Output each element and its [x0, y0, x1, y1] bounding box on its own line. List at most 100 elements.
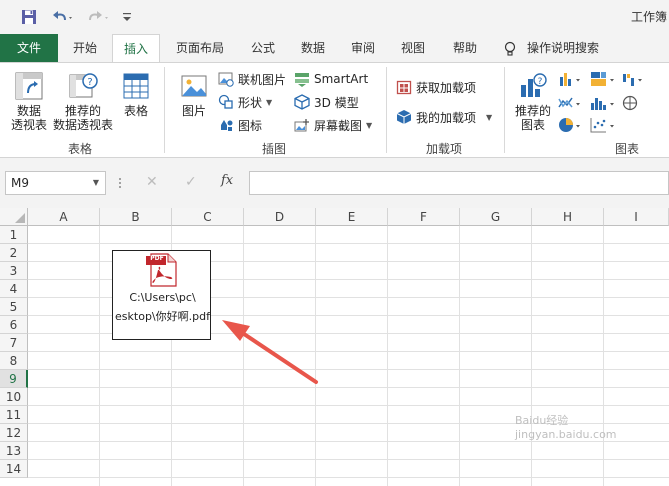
column-header[interactable]: D [244, 208, 316, 226]
recommended-pivot-icon: ? [69, 73, 98, 98]
table-label: 表格 [123, 104, 148, 118]
tab-home[interactable]: 开始 [60, 34, 110, 62]
pivot-label-2: 透视表 [10, 118, 47, 132]
tab-file[interactable]: 文件 [0, 34, 58, 62]
shapes-button[interactable]: 形状 ▼ [218, 92, 272, 112]
ribbon-tabs: 文件 开始 插入 页面布局 公式 数据 审阅 视图 帮助 操作说明搜索 [0, 34, 669, 63]
column-header[interactable]: E [316, 208, 388, 226]
lightbulb-icon [500, 34, 520, 62]
cancel-icon[interactable]: ✕ [146, 174, 158, 190]
pivot-label-1: 数据 [16, 104, 41, 118]
column-header[interactable]: I [604, 208, 669, 226]
name-box[interactable]: M9 ▼ [5, 171, 106, 195]
waterfall-chart-button[interactable] [622, 69, 652, 89]
select-all-corner[interactable] [0, 208, 28, 226]
my-addins-icon [396, 110, 412, 124]
column-header[interactable]: B [100, 208, 172, 226]
row-header[interactable]: 8 [0, 352, 28, 370]
splitter-handle[interactable] [118, 175, 122, 191]
redo-icon[interactable] [84, 6, 112, 28]
hierarchy-chart-button[interactable] [590, 69, 620, 89]
row-header[interactable]: 13 [0, 442, 28, 460]
worksheet-grid[interactable]: A B C D E F G H I 1 2 3 4 5 6 7 8 9 10 1… [0, 208, 669, 486]
recommended-pivot-button[interactable]: ? 推荐的 数据透视表 [52, 71, 114, 132]
row-header[interactable]: 5 [0, 298, 28, 316]
hierarchy-chart-icon [591, 72, 614, 86]
smartart-icon [295, 73, 309, 87]
row-header[interactable]: 14 [0, 460, 28, 478]
recommended-charts-icon: ? [521, 73, 547, 97]
row-header[interactable]: 4 [0, 280, 28, 298]
tab-insert[interactable]: 插入 [112, 34, 160, 63]
row-header[interactable]: 7 [0, 334, 28, 352]
tab-formulas[interactable]: 公式 [240, 34, 286, 62]
online-picture-label: 联机图片 [238, 72, 287, 87]
group-label-tables: 表格 [68, 142, 93, 156]
row-header[interactable]: 2 [0, 244, 28, 262]
shapes-label: 形状 [238, 95, 263, 110]
row-header[interactable]: 6 [0, 316, 28, 334]
3d-model-button[interactable]: 3D 模型 [294, 92, 359, 112]
line-chart-button[interactable] [558, 93, 588, 113]
row-header[interactable]: 10 [0, 388, 28, 406]
svg-text:?: ? [87, 77, 92, 88]
tab-review[interactable]: 审阅 [340, 34, 386, 62]
scatter-chart-button[interactable] [590, 115, 620, 135]
qat-customize-icon[interactable] [120, 6, 134, 28]
rec-chart-label-1: 推荐的 [514, 104, 551, 118]
tab-data[interactable]: 数据 [290, 34, 336, 62]
column-header[interactable]: F [388, 208, 460, 226]
map-chart-button[interactable] [622, 93, 652, 113]
my-addins-button[interactable]: 我的加载项 ▼ [396, 107, 492, 127]
stat-chart-button[interactable] [590, 93, 620, 113]
row-header[interactable]: 3 [0, 262, 28, 280]
column-header[interactable]: C [172, 208, 244, 226]
pie-chart-icon [559, 118, 580, 132]
recommended-charts-button[interactable]: ? 推荐的 图表 [512, 71, 554, 132]
row-header[interactable]: 11 [0, 406, 28, 424]
tab-page-layout[interactable]: 页面布局 [164, 34, 236, 62]
picture-button[interactable]: 图片 [176, 71, 212, 118]
undo-icon[interactable] [48, 6, 76, 28]
group-separator [164, 67, 165, 153]
insert-function-icon[interactable]: fx [221, 173, 233, 188]
tell-me-search[interactable]: 操作说明搜索 [527, 34, 617, 62]
title-bar: 工作簿 [0, 0, 669, 34]
tab-view[interactable]: 视图 [390, 34, 436, 62]
row-header[interactable]: 1 [0, 226, 28, 244]
column-chart-button[interactable] [558, 69, 588, 89]
statistic-chart-icon [591, 98, 614, 110]
enter-icon[interactable]: ✓ [185, 174, 197, 190]
screenshot-icon [294, 119, 309, 132]
smartart-label: SmartArt [314, 72, 369, 86]
online-picture-icon [218, 72, 234, 87]
column-header[interactable]: A [28, 208, 100, 226]
group-label-illustrations: 插图 [262, 142, 287, 156]
my-addins-label: 我的加载项 [416, 110, 477, 125]
online-picture-button[interactable]: 联机图片 [218, 69, 286, 89]
group-separator [386, 67, 387, 153]
column-header[interactable]: H [532, 208, 604, 226]
column-header[interactable]: G [460, 208, 532, 226]
icons-label: 图标 [238, 118, 263, 133]
table-button[interactable]: 表格 [118, 71, 154, 118]
icons-icon [221, 120, 233, 131]
pdf-caption-line-1: C:\Users\pc\ [129, 291, 196, 304]
pie-chart-button[interactable] [558, 115, 588, 135]
table-icon [123, 73, 149, 99]
smartart-button[interactable]: SmartArt [294, 69, 368, 89]
embedded-pdf-object[interactable]: PDF C:\Users\pc\ esktop\你好啊.pdf [112, 250, 211, 340]
pivot-table-button[interactable]: 数据 透视表 [8, 71, 50, 132]
tab-help[interactable]: 帮助 [442, 34, 488, 62]
formula-input[interactable] [249, 171, 669, 195]
get-addins-button[interactable]: 获取加载项 [396, 77, 476, 97]
pdf-badge: PDF [150, 255, 164, 262]
svg-text:?: ? [538, 77, 543, 87]
screenshot-button[interactable]: 屏幕截图 ▼ [294, 115, 372, 135]
icons-button[interactable]: 图标 [218, 115, 262, 135]
rec-pivot-label-2: 数据透视表 [52, 118, 113, 132]
row-header[interactable]: 12 [0, 424, 28, 442]
chevron-down-icon[interactable]: ▼ [93, 172, 99, 194]
save-icon[interactable] [18, 6, 40, 28]
row-header-selected[interactable]: 9 [0, 370, 28, 388]
